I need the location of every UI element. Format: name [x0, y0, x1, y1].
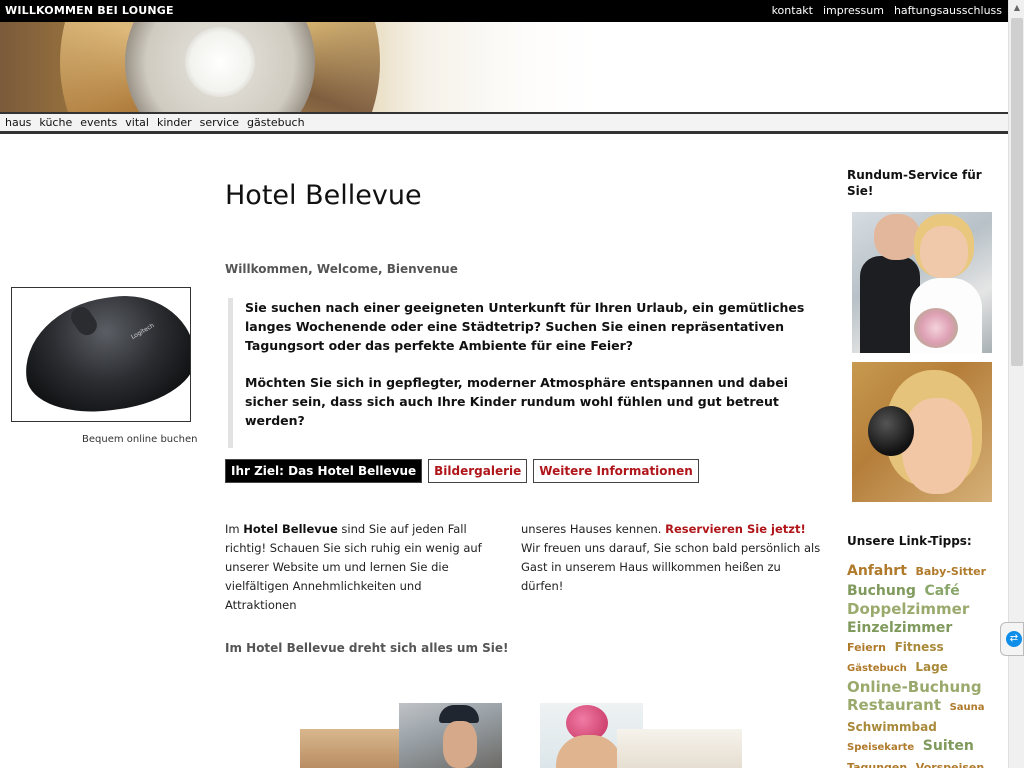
tag-link[interactable]: Lage	[915, 660, 947, 674]
collage-photo-room	[617, 729, 742, 768]
groom-face-graphic	[874, 214, 920, 260]
cd-hole-graphic	[185, 27, 255, 97]
compact-mirror-graphic	[868, 406, 914, 456]
header-banner-image	[0, 22, 1008, 112]
tag-link[interactable]: Einzelzimmer	[847, 620, 952, 636]
tag-link[interactable]: Doppelzimmer	[847, 600, 969, 618]
nav-item-kinder[interactable]: kinder	[157, 116, 192, 129]
nav-item-events[interactable]: events	[80, 116, 117, 129]
arms-graphic	[556, 735, 622, 768]
tag-link[interactable]: Fitness	[895, 640, 944, 654]
site-brand: WILLKOMMEN BEI LOUNGE	[5, 4, 174, 17]
teamviewer-icon: ⇄	[1006, 631, 1022, 647]
page-title: Hotel Bellevue	[225, 180, 422, 211]
tag-link[interactable]: Café	[924, 583, 959, 599]
link-kontakt[interactable]: kontakt	[772, 4, 813, 17]
reserve-now-link[interactable]: Reservieren Sie jetzt!	[665, 522, 806, 536]
tag-link[interactable]: Buchung	[847, 583, 916, 599]
bride-face-graphic	[920, 226, 968, 278]
scrollbar-thumb[interactable]	[1011, 18, 1023, 366]
online-booking-caption[interactable]: Bequem online buchen	[82, 434, 197, 445]
tag-link[interactable]: Vorspeisen	[916, 761, 984, 768]
link-tips-title: Unsere Link-Tipps:	[847, 534, 972, 548]
welcome-heading: Willkommen, Welcome, Bienvenue	[225, 262, 458, 276]
computer-mouse-graphic	[17, 288, 190, 421]
mouse-promo-image[interactable]: Logitech	[11, 287, 191, 422]
banner-fade	[380, 22, 1008, 112]
nav-item-kueche[interactable]: küche	[39, 116, 72, 129]
intro-paragraph-2: Möchten Sie sich in gepflegter, moderner…	[245, 375, 788, 428]
link-tag-cloud: Anfahrt Baby-Sitter Buchung Café Doppelz…	[847, 561, 992, 768]
link-haftungsausschluss[interactable]: haftungsausschluss	[894, 4, 1002, 17]
nav-item-service[interactable]: service	[200, 116, 239, 129]
tagline: Im Hotel Bellevue dreht sich alles um Si…	[225, 641, 509, 655]
intro-paragraph-1: Sie suchen nach einer geeigneten Unterku…	[245, 300, 805, 353]
tag-link[interactable]: Schwimmbad	[847, 720, 937, 734]
woman-face-graphic	[902, 398, 972, 494]
nav-item-vital[interactable]: vital	[125, 116, 149, 129]
main-nav: haus küche events vital kinder service g…	[5, 116, 305, 129]
nav-item-gaestebuch[interactable]: gästebuch	[247, 116, 305, 129]
tag-link[interactable]: Online-Buchung	[847, 678, 982, 696]
teamviewer-tab[interactable]: ⇄	[1000, 622, 1024, 656]
top-links: kontakt impressum haftungsausschluss	[772, 4, 1002, 17]
content-tabs: Ihr Ziel: Das Hotel Bellevue Bildergaler…	[225, 459, 699, 483]
col1-prefix: Im	[225, 522, 244, 536]
tag-link[interactable]: Sauna	[950, 702, 985, 713]
body-text-column-1: Im Hotel Bellevue sind Sie auf jeden Fal…	[225, 520, 495, 615]
tag-link[interactable]: Restaurant	[847, 696, 941, 714]
nav-item-haus[interactable]: haus	[5, 116, 31, 129]
tag-link[interactable]: Feiern	[847, 641, 886, 654]
tag-link[interactable]: Baby-Sitter	[915, 565, 986, 578]
face-graphic	[443, 721, 477, 768]
col2-text: Wir freuen uns darauf, Sie schon bald pe…	[521, 541, 821, 593]
body-text-column-2: unseres Hauses kennen. Reservieren Sie j…	[521, 520, 821, 596]
tab-weitere-informationen[interactable]: Weitere Informationen	[533, 459, 699, 483]
beauty-photo[interactable]	[852, 362, 992, 502]
link-impressum[interactable]: impressum	[823, 4, 884, 17]
top-bar: WILLKOMMEN BEI LOUNGE kontakt impressum …	[0, 0, 1008, 22]
tab-hotel-bellevue[interactable]: Ihr Ziel: Das Hotel Bellevue	[225, 459, 423, 483]
bouquet-graphic	[914, 308, 958, 348]
scroll-up-arrow-icon[interactable]: ▲	[1009, 0, 1024, 16]
tag-link[interactable]: Tagungen	[847, 761, 907, 768]
wedding-photo[interactable]	[852, 212, 992, 353]
col2-start: unseres Hauses kennen.	[521, 522, 666, 536]
tag-link[interactable]: Gästebuch	[847, 663, 907, 674]
tag-link[interactable]: Suiten	[923, 738, 974, 754]
hotel-name-bold: Hotel Bellevue	[243, 522, 338, 536]
intro-quote: Sie suchen nach einer geeigneten Unterku…	[228, 298, 808, 448]
tag-link[interactable]: Speisekarte	[847, 742, 914, 753]
sidebar-title: Rundum-Service für Sie!	[847, 168, 982, 198]
tab-bildergalerie[interactable]: Bildergalerie	[428, 459, 528, 483]
main-nav-bar: haus küche events vital kinder service g…	[0, 112, 1008, 134]
tag-link[interactable]: Anfahrt	[847, 563, 907, 579]
collage-photo-chef	[399, 703, 502, 768]
